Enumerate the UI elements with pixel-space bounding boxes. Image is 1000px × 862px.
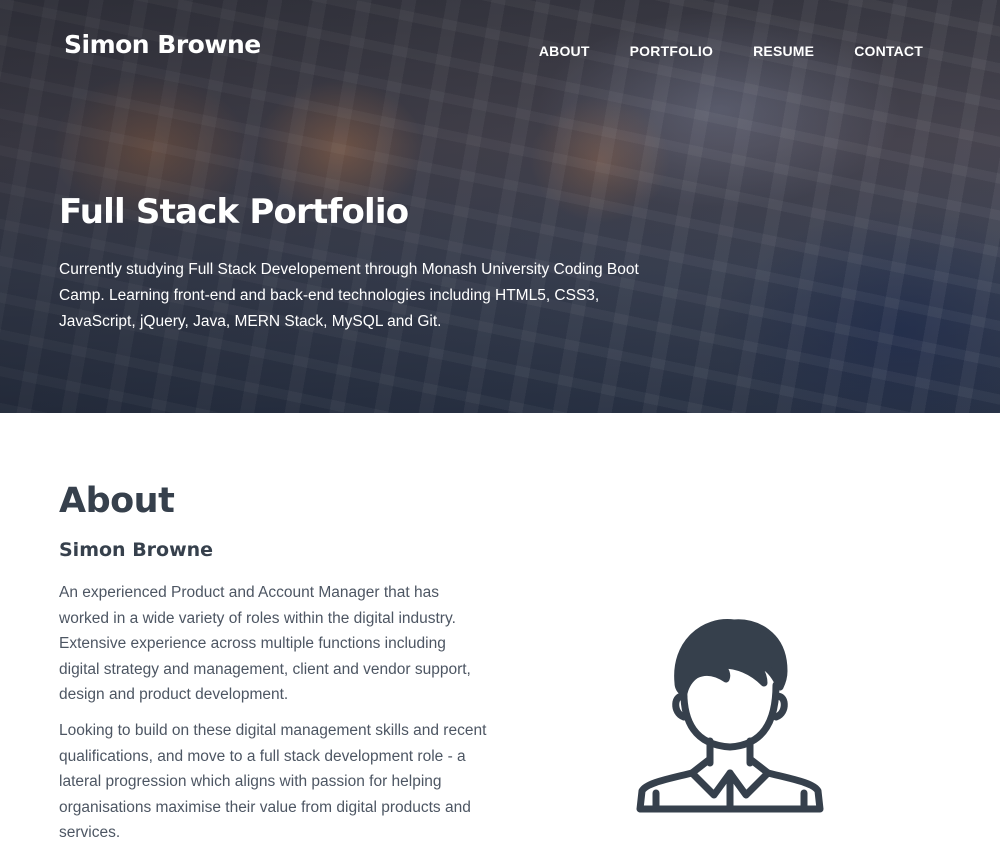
hero-title: Full Stack Portfolio [59, 192, 409, 232]
text-line: Looking to build on these digital manage… [59, 722, 487, 739]
nav-about[interactable]: ABOUT [539, 43, 590, 59]
about-section: About Simon Browne An experienced Produc… [0, 413, 1000, 862]
hero-line: Camp. Learning front-end and back-end te… [59, 287, 600, 304]
text-line: Extensive experience across multiple fun… [59, 635, 446, 653]
brand-logo[interactable]: Simon Browne [64, 30, 261, 59]
text-line: design and product development. [59, 686, 289, 704]
about-paragraph-2: Looking to build on these digital manage… [59, 718, 499, 846]
hero-line: Currently studying Full Stack Developeme… [59, 261, 639, 278]
main-nav: ABOUT PORTFOLIO RESUME CONTACT [539, 43, 923, 59]
about-paragraph-1: An experienced Product and Account Manag… [59, 580, 479, 708]
nav-portfolio[interactable]: PORTFOLIO [630, 43, 713, 59]
about-name: Simon Browne [59, 539, 214, 561]
text-line: organisations maximise their value from … [59, 798, 471, 816]
hero-banner: Simon Browne ABOUT PORTFOLIO RESUME CONT… [0, 0, 1000, 413]
person-avatar-icon [636, 619, 824, 813]
text-line: An experienced Product and Account Manag… [59, 584, 439, 601]
text-line: qualifications, and move to a full stack… [59, 747, 466, 765]
hero-line: JavaScript, jQuery, Java, MERN Stack, My… [59, 313, 442, 330]
hero-description: Currently studying Full Stack Developeme… [59, 257, 659, 335]
text-line: digital strategy and management, client … [59, 660, 471, 678]
nav-contact[interactable]: CONTACT [854, 43, 923, 59]
text-line: worked in a wide variety of roles within… [59, 609, 456, 627]
text-line: services. [59, 824, 121, 842]
nav-resume[interactable]: RESUME [753, 43, 814, 59]
about-heading: About [59, 481, 175, 521]
text-line: lateral progression which aligns with pa… [59, 773, 442, 791]
